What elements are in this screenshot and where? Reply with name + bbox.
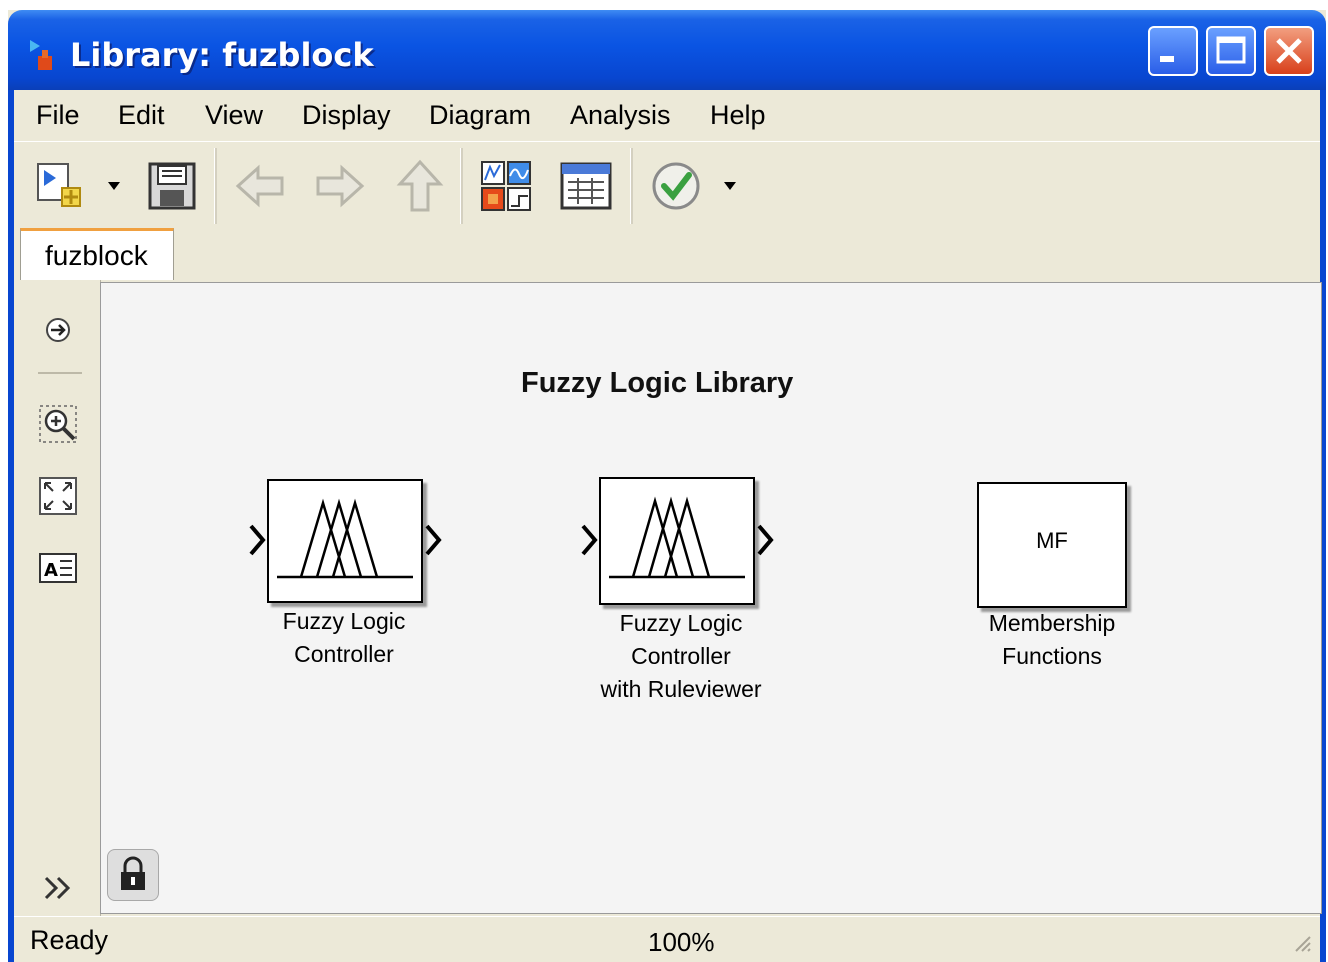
membership-functions-label: Membership Functions	[957, 607, 1147, 673]
mf-block-text: MF	[1036, 528, 1068, 553]
zoom-level: 100%	[648, 927, 715, 957]
block-label-line: Functions	[1002, 643, 1102, 669]
resize-grip-icon[interactable]	[1290, 931, 1314, 955]
block-label-line: Membership	[988, 610, 1116, 636]
library-lock-button[interactable]	[107, 849, 159, 901]
toolbar	[14, 141, 1320, 229]
palette-divider	[38, 372, 82, 374]
check-dropdown-icon[interactable]	[722, 180, 738, 192]
annotation-icon[interactable]: A	[38, 548, 78, 588]
output-port-icon[interactable]	[755, 523, 775, 557]
menu-bar: File Edit View Display Diagram Analysis …	[14, 90, 1320, 140]
svg-text:A: A	[44, 560, 58, 581]
fuzzy-logic-controller-block[interactable]	[267, 479, 423, 603]
fuzzy-logic-controller-ruleviewer-block[interactable]	[599, 477, 755, 605]
menu-analysis[interactable]: Analysis	[570, 100, 671, 131]
tab-label: fuzblock	[45, 240, 148, 271]
close-icon	[1276, 38, 1302, 64]
simulink-library-window: Library: fuzblock File Edit View Display…	[8, 10, 1326, 962]
input-port-icon[interactable]	[247, 523, 267, 557]
palette-toolbar: A	[14, 280, 101, 916]
menu-diagram[interactable]: Diagram	[429, 100, 531, 131]
back-arrow-icon[interactable]	[232, 158, 288, 214]
close-button[interactable]	[1264, 26, 1314, 76]
input-port-icon[interactable]	[579, 523, 599, 557]
block-label-line: with Ruleviewer	[600, 676, 762, 702]
hide-show-explorer-icon[interactable]	[38, 310, 78, 350]
up-arrow-icon[interactable]	[392, 158, 448, 214]
tab-strip: fuzblock	[14, 228, 1320, 280]
menu-view[interactable]: View	[205, 100, 263, 131]
maximize-button[interactable]	[1206, 26, 1256, 76]
menu-display[interactable]: Display	[302, 100, 391, 131]
diagram-canvas[interactable]: Fuzzy Logic Library Fuzzy Logic Controll…	[100, 282, 1322, 914]
fuzzy-logic-controller-label: Fuzzy Logic Controller	[249, 605, 439, 671]
expand-palette-icon[interactable]	[38, 868, 78, 908]
output-port-icon[interactable]	[423, 523, 443, 557]
block-label-line: Controller	[294, 641, 394, 667]
new-model-icon[interactable]	[34, 158, 90, 214]
window-title: Library: fuzblock	[70, 36, 374, 74]
block-label-line: Fuzzy Logic	[619, 610, 743, 636]
check-model-icon[interactable]	[648, 158, 704, 214]
toolbar-separator	[630, 148, 633, 224]
status-bar: Ready 100%	[14, 916, 1320, 962]
minimize-button[interactable]	[1148, 26, 1198, 76]
membership-functions-graph-icon	[609, 496, 745, 579]
block-label-line: Fuzzy Logic	[282, 608, 406, 634]
toolbar-separator	[214, 148, 217, 224]
library-browser-icon[interactable]	[478, 158, 534, 214]
title-bar[interactable]: Library: fuzblock	[8, 10, 1326, 90]
block-label-line: Controller	[631, 643, 731, 669]
menu-help[interactable]: Help	[710, 100, 766, 131]
menu-edit[interactable]: Edit	[118, 100, 165, 131]
fit-to-view-icon[interactable]	[38, 476, 78, 516]
fuzzy-logic-controller-ruleviewer-label: Fuzzy Logic Controller with Ruleviewer	[571, 607, 791, 706]
lock-icon	[121, 856, 145, 890]
forward-arrow-icon[interactable]	[312, 158, 368, 214]
maximize-icon	[1216, 36, 1246, 64]
zoom-in-icon[interactable]	[38, 404, 78, 444]
minimize-icon	[1160, 56, 1174, 62]
membership-functions-block[interactable]: MF	[977, 482, 1127, 608]
status-text: Ready	[30, 925, 109, 955]
membership-functions-graph-icon	[277, 498, 413, 579]
tab-fuzblock[interactable]: fuzblock	[20, 228, 174, 280]
save-icon[interactable]	[144, 158, 200, 214]
model-explorer-icon[interactable]	[558, 158, 614, 214]
new-dropdown-icon[interactable]	[106, 180, 122, 192]
toolbar-separator	[460, 148, 463, 224]
simulink-app-icon	[30, 40, 52, 70]
library-title: Fuzzy Logic Library	[521, 367, 794, 399]
menu-file[interactable]: File	[36, 100, 80, 131]
